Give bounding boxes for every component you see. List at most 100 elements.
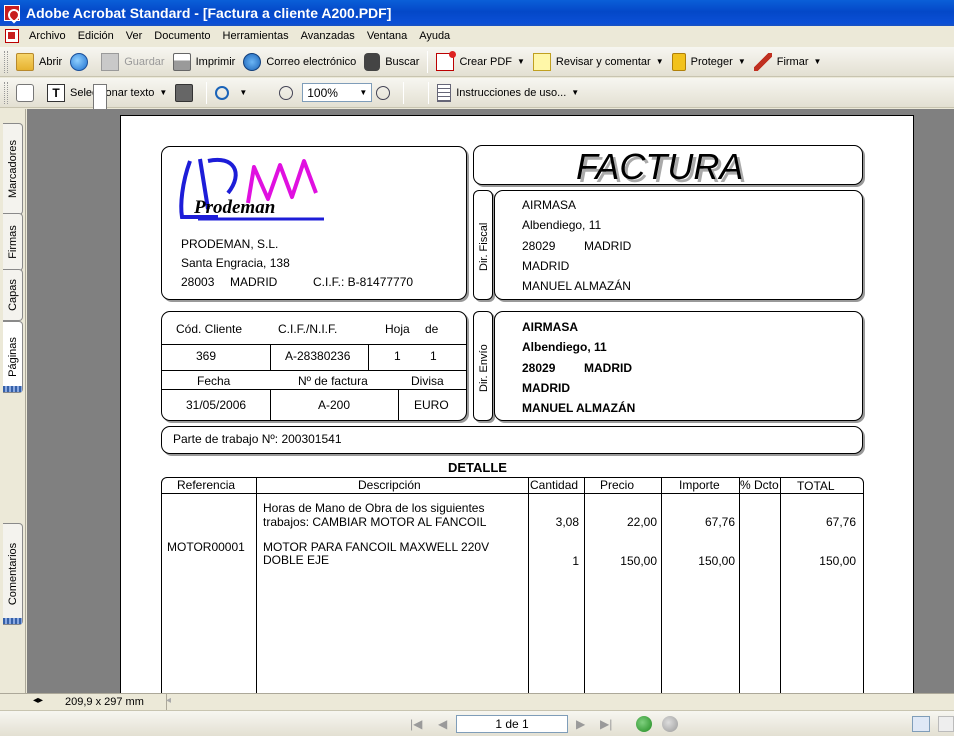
first-page-button[interactable]: |◀ [410, 717, 422, 731]
tab-paginas[interactable]: Páginas [3, 321, 23, 393]
fiscal-label-box: Dir. Fiscal [473, 190, 493, 300]
tab-comentarios-label: Comentarios [6, 542, 19, 606]
chevron-down-icon: ▼ [239, 88, 248, 97]
last-page-button[interactable]: ▶| [600, 717, 612, 731]
column-header-importe: Importe [679, 478, 720, 492]
protect-button[interactable]: Proteger ▼ [668, 50, 750, 74]
company-box: Prodeman PRODEMAN, S.L. Santa Engracia, … [161, 146, 467, 300]
toolbar-grip[interactable] [4, 50, 8, 73]
menu-ventana[interactable]: Ventana [361, 30, 413, 42]
select-text-button[interactable]: T Seleccionar texto ▼ [43, 81, 171, 105]
work-order-text: Parte de trabajo Nº: 200301541 [173, 432, 342, 446]
tab-comentarios[interactable]: Comentarios [3, 523, 23, 625]
zoom-in-icon [215, 85, 230, 100]
menu-herramientas[interactable]: Herramientas [217, 30, 295, 42]
menu-documento[interactable]: Documento [148, 30, 216, 42]
single-page-view-icon[interactable] [912, 716, 930, 732]
page-size-text: 209,9 x 297 mm [65, 696, 144, 708]
shipping-zip: 28029 [522, 361, 556, 375]
file-toolbar: Abrir Guardar Imprimir Correo electrónic… [0, 47, 954, 77]
scroll-left-icon[interactable]: ◂ [166, 695, 171, 706]
info-rule [162, 389, 466, 390]
tab-firmas[interactable]: Firmas [3, 213, 23, 271]
tab-marcadores[interactable]: Marcadores [3, 123, 23, 215]
row-description-line1: MOTOR PARA FANCOIL MAXWELL 220V [263, 540, 490, 554]
info-rule [368, 344, 369, 370]
hand-tool-button[interactable] [12, 81, 43, 105]
menu-ayuda[interactable]: Ayuda [413, 30, 456, 42]
row-description-line2: DOBLE EJE [263, 553, 330, 567]
detail-column-rule [584, 478, 585, 693]
invoice-date: 31/05/2006 [186, 398, 247, 412]
previous-page-button[interactable]: ◀ [438, 717, 447, 731]
menu-edicion[interactable]: Edición [72, 30, 120, 42]
tab-capas[interactable]: Capas [3, 269, 23, 321]
how-to-button[interactable]: Instrucciones de uso... ▼ [433, 81, 583, 105]
review-button[interactable]: Revisar y comentar ▼ [529, 50, 668, 74]
toolbar-grip[interactable] [4, 81, 8, 104]
plus-circle-icon [376, 85, 391, 100]
row-reference: MOTOR00001 [167, 540, 245, 554]
invoice-number: A-200 [318, 398, 351, 412]
zoom-in-button[interactable] [372, 81, 399, 105]
menu-bar: Archivo Edición Ver Documento Herramient… [0, 26, 954, 46]
chevron-down-icon: ▼ [737, 57, 746, 66]
header-num-factura: Nº de factura [298, 374, 368, 388]
camera-icon [175, 83, 194, 102]
zoom-tool-button[interactable]: ▼ [211, 81, 251, 105]
email-button[interactable]: Correo electrónico [239, 50, 360, 74]
chevron-down-icon: ▼ [359, 88, 368, 97]
snapshot-button[interactable] [171, 81, 202, 105]
open-button[interactable]: Abrir [12, 50, 66, 74]
document-view[interactable]: Prodeman PRODEMAN, S.L. Santa Engracia, … [27, 109, 954, 693]
menu-ver[interactable]: Ver [120, 30, 149, 42]
document-icon[interactable] [5, 29, 19, 43]
sign-button[interactable]: Firmar ▼ [750, 50, 826, 74]
rotate-ccw-button[interactable] [93, 81, 424, 684]
window-title: Adobe Acrobat Standard - [Factura a clie… [26, 5, 392, 21]
continuous-view-icon[interactable] [938, 716, 954, 732]
column-header-cantidad: Cantidad [530, 478, 579, 492]
fit-width-button[interactable] [93, 81, 275, 684]
tab-marcadores-label: Marcadores [6, 139, 19, 199]
page-size-indicator: 209,9 x 297 mm [27, 694, 167, 710]
create-pdf-label: Crear PDF [459, 55, 512, 68]
shipping-contact: MANUEL ALMAZÁN [522, 401, 636, 415]
shipping-province: MADRID [522, 381, 570, 395]
print-label: Imprimir [195, 55, 236, 68]
tools-toolbar: T Seleccionar texto ▼ ▼ 100% ▼ Instruccione… [0, 78, 954, 684]
tab-capas-label: Capas [6, 279, 19, 311]
page-navigation-bar: |◀ ◀ 1 de 1 ▶ ▶| [0, 710, 954, 736]
fit-page-button[interactable] [93, 81, 267, 684]
organizer-button[interactable] [66, 50, 97, 74]
acrobat-app-icon [4, 5, 20, 21]
column-header-total: TOTAL [797, 479, 835, 493]
save-button[interactable]: Guardar [97, 50, 168, 74]
row-amount: 150,00 [698, 554, 735, 568]
company-street: Santa Engracia, 138 [181, 256, 290, 270]
save-disk-icon [101, 52, 120, 71]
page-number-field[interactable]: 1 de 1 [456, 715, 568, 733]
row-quantity: 3,08 [555, 515, 579, 529]
fiscal-address-box: AIRMASA Albendiego, 11 28029 MADRID MADR… [494, 190, 863, 300]
forward-view-icon[interactable] [662, 716, 678, 732]
rotate-button[interactable] [93, 81, 416, 684]
zoom-out-button[interactable] [275, 81, 302, 105]
fiscal-street: Albendiego, 11 [522, 218, 602, 232]
print-button[interactable]: Imprimir [169, 50, 240, 74]
create-pdf-button[interactable]: Crear PDF ▼ [432, 50, 528, 74]
header-divisa: Divisa [411, 374, 444, 388]
actual-size-button[interactable] [93, 81, 259, 684]
column-header-descripcion: Descripción [358, 478, 421, 492]
title-bar: Adobe Acrobat Standard - [Factura a clie… [0, 0, 954, 26]
select-text-label: Seleccionar texto [70, 86, 155, 99]
back-view-icon[interactable] [636, 716, 652, 732]
tab-indicator [3, 618, 22, 624]
search-button[interactable]: Buscar [360, 50, 423, 74]
zoom-level-field[interactable]: 100% ▼ [302, 83, 373, 102]
menu-avanzadas[interactable]: Avanzadas [295, 30, 361, 42]
next-page-button[interactable]: ▶ [576, 717, 585, 731]
shipping-name: AIRMASA [522, 320, 578, 334]
menu-archivo[interactable]: Archivo [23, 30, 72, 42]
chevron-down-icon: ▼ [517, 57, 525, 66]
